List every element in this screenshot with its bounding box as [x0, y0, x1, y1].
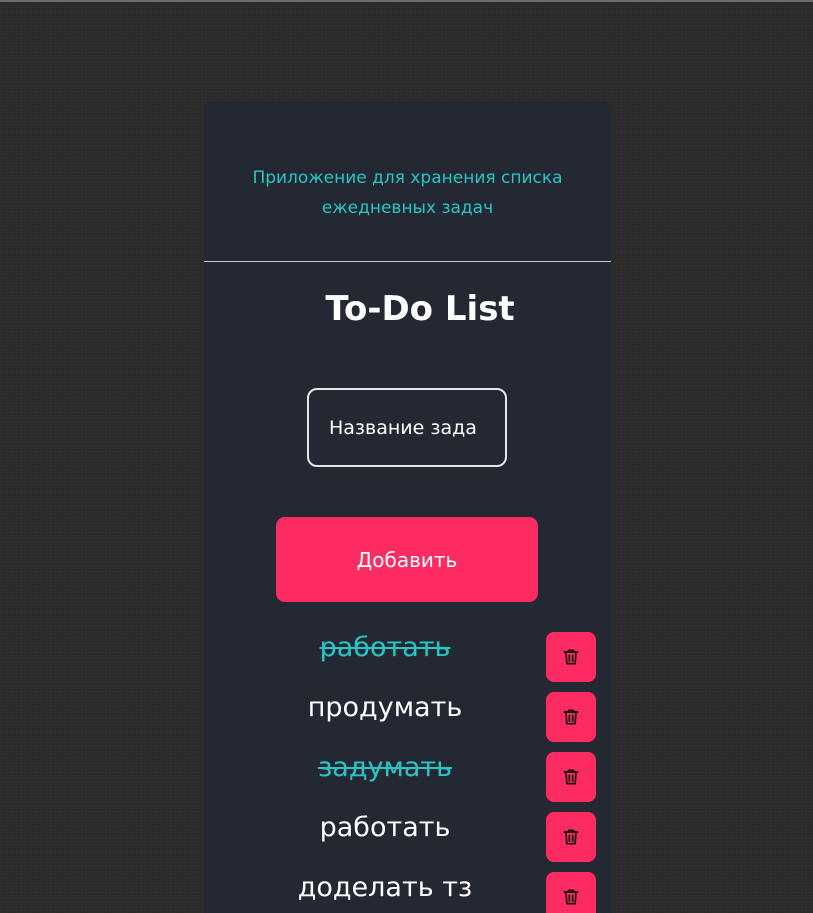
delete-task-button[interactable] — [546, 632, 596, 682]
trash-icon — [563, 829, 579, 845]
header-divider — [204, 261, 611, 262]
add-task-button[interactable]: Добавить — [276, 517, 538, 602]
task-text[interactable]: доделать тз — [204, 866, 566, 910]
task-text[interactable]: задумать — [204, 746, 566, 790]
delete-task-button[interactable] — [546, 872, 596, 913]
subtitle-line-2: ежедневных задач — [321, 198, 494, 218]
delete-task-button[interactable] — [546, 752, 596, 802]
app-subtitle: Приложение для хранения списка ежедневны… — [204, 163, 611, 223]
list-item: доделать тз — [204, 866, 611, 913]
subtitle-line-1: Приложение для хранения списка — [252, 168, 563, 188]
page-title: To-Do List — [325, 289, 515, 329]
window-top-border — [0, 0, 813, 2]
task-name-input[interactable] — [307, 388, 507, 467]
delete-task-button[interactable] — [546, 692, 596, 742]
trash-icon — [563, 709, 579, 725]
task-text[interactable]: работать — [204, 626, 566, 670]
list-item: задумать — [204, 746, 611, 806]
todo-card: Приложение для хранения списка ежедневны… — [204, 101, 611, 913]
task-list: работать продумать задумать работать дод… — [204, 626, 611, 913]
list-item: работать — [204, 806, 611, 866]
trash-icon — [563, 769, 579, 785]
trash-icon — [563, 649, 579, 665]
list-item: работать — [204, 626, 611, 686]
task-text[interactable]: работать — [204, 806, 566, 850]
list-item: продумать — [204, 686, 611, 746]
task-text[interactable]: продумать — [204, 686, 566, 730]
delete-task-button[interactable] — [546, 812, 596, 862]
trash-icon — [563, 889, 579, 905]
